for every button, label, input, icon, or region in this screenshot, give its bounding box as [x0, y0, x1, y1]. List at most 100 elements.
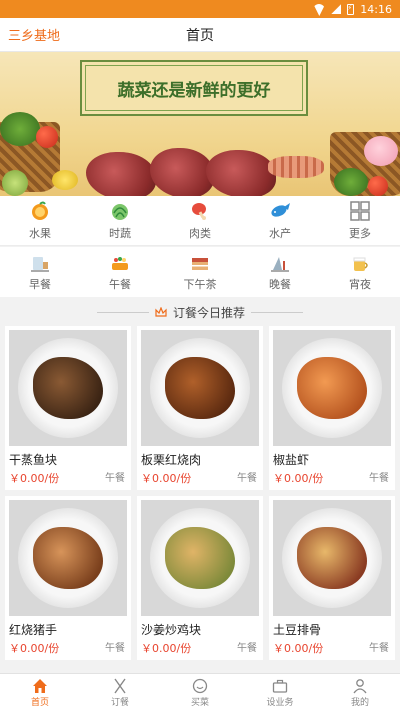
dish-name: 椒盐虾 [273, 453, 310, 467]
meat-decoration [86, 152, 156, 196]
plate [282, 508, 382, 608]
meal-label: 晚餐 [269, 277, 291, 291]
tab-business[interactable]: 设业务 [240, 674, 320, 711]
pig-mascot-icon [364, 136, 398, 166]
crown-icon [155, 307, 167, 317]
night-snack-icon [353, 257, 368, 271]
food-image [297, 357, 367, 419]
dish-card[interactable]: 红烧猪手 ￥0.00/份 午餐 [5, 496, 131, 660]
dish-card[interactable]: 干蒸鱼块 ￥0.00/份 午餐 [5, 326, 131, 490]
meal-row: 早餐 午餐 下午茶 晚餐 宵夜 [0, 247, 400, 297]
category-item[interactable]: 时蔬 [80, 196, 160, 245]
user-icon [353, 678, 367, 693]
briefcase-icon [272, 679, 288, 693]
bottom-tab-bar: 首页 订餐 买菜 设业务 我的 [0, 673, 400, 711]
category-label: 水产 [269, 227, 291, 240]
cutlery-icon [114, 678, 126, 693]
dish-photo [141, 500, 259, 616]
tab-groceries[interactable]: 买菜 [160, 674, 240, 711]
app-header: 三乡基地 首页 [0, 18, 400, 52]
dish-meal-tag: 午餐 [369, 643, 389, 654]
section-header: 订餐今日推荐 [0, 298, 400, 326]
meat-decoration [150, 148, 214, 196]
dish-photo [9, 500, 127, 616]
afternoon-tea-icon [192, 257, 208, 270]
dish-meal-tag: 午餐 [105, 643, 125, 654]
broccoli-decoration [0, 112, 40, 146]
drumstick-icon [189, 200, 211, 222]
broccoli-decoration [334, 168, 368, 196]
category-label: 时蔬 [109, 227, 131, 240]
dish-card[interactable]: 椒盐虾 ￥0.00/份 午餐 [269, 326, 395, 490]
grapes-decoration [2, 170, 28, 196]
dish-photo [273, 330, 391, 446]
tomato-decoration [368, 176, 388, 196]
tab-label: 买菜 [190, 697, 209, 708]
dish-card[interactable]: 沙姜炒鸡块 ￥0.00/份 午餐 [137, 496, 263, 660]
dish-photo [273, 500, 391, 616]
battery-icon [347, 3, 355, 15]
category-item[interactable]: 水果 [0, 196, 80, 245]
meal-label: 午餐 [109, 277, 131, 291]
plate [18, 508, 118, 608]
category-item[interactable]: 水产 [240, 196, 320, 245]
tab-label: 我的 [350, 697, 369, 708]
category-item[interactable]: 肉类 [160, 196, 240, 245]
category-row: 水果 时蔬 肉类 水产 更多 [0, 196, 400, 246]
dish-name: 红烧猪手 [9, 623, 58, 637]
tomato-decoration [36, 126, 58, 148]
dish-meal-tag: 午餐 [237, 473, 257, 484]
dinner-icon [271, 256, 289, 272]
food-image [33, 357, 103, 419]
meat-decoration [206, 150, 276, 196]
section-title: 订餐今日推荐 [172, 305, 245, 320]
breakfast-icon [31, 256, 49, 272]
category-item[interactable]: 更多 [320, 196, 400, 245]
tab-profile[interactable]: 我的 [320, 674, 400, 711]
meal-item[interactable]: 下午茶 [160, 247, 240, 297]
dish-meal-tag: 午餐 [237, 643, 257, 654]
dish-meal-tag: 午餐 [105, 473, 125, 484]
plate [282, 338, 382, 438]
food-image [165, 357, 235, 419]
meal-item[interactable]: 午餐 [80, 247, 160, 297]
dish-photo [9, 330, 127, 446]
dish-card[interactable]: 土豆排骨 ￥0.00/份 午餐 [269, 496, 395, 660]
tab-order[interactable]: 订餐 [80, 674, 160, 711]
meal-label: 宵夜 [349, 277, 371, 291]
status-bar: 14:16 [0, 0, 400, 18]
signal-icon [331, 4, 342, 14]
meal-label: 早餐 [29, 277, 51, 291]
divider [96, 311, 149, 313]
basket-icon [192, 678, 208, 693]
dish-grid: 干蒸鱼块 ￥0.00/份 午餐 板栗红烧肉 ￥0.00/份 午餐 椒盐虾 ￥0.… [0, 326, 400, 660]
category-label: 水果 [29, 227, 51, 240]
tab-label: 首页 [30, 697, 49, 708]
promo-banner[interactable]: 蔬菜还是新鲜的更好 [0, 52, 400, 196]
lunch-icon [112, 256, 128, 270]
category-label: 更多 [349, 227, 371, 240]
tab-home[interactable]: 首页 [0, 674, 80, 711]
food-image [33, 527, 103, 589]
food-image [297, 527, 367, 589]
category-label: 肉类 [189, 227, 211, 240]
tab-label: 设业务 [266, 697, 294, 708]
dish-card[interactable]: 板栗红烧肉 ￥0.00/份 午餐 [137, 326, 263, 490]
shrimp-decoration [268, 156, 324, 178]
dish-photo [141, 330, 259, 446]
dish-meal-tag: 午餐 [369, 473, 389, 484]
meal-item[interactable]: 早餐 [0, 247, 80, 297]
dish-name: 沙姜炒鸡块 [141, 623, 202, 637]
meal-label: 下午茶 [183, 277, 217, 291]
grid-icon [349, 200, 371, 222]
orange-icon [29, 200, 51, 222]
banner-slogan: 蔬菜还是新鲜的更好 [80, 60, 308, 116]
location-selector[interactable]: 三乡基地 [8, 25, 60, 44]
wifi-icon [313, 4, 325, 14]
home-icon [33, 678, 47, 693]
meal-item[interactable]: 晚餐 [240, 247, 320, 297]
meal-item[interactable]: 宵夜 [320, 247, 400, 297]
divider [251, 311, 303, 313]
food-image [165, 527, 235, 589]
dish-name: 板栗红烧肉 [141, 453, 202, 467]
